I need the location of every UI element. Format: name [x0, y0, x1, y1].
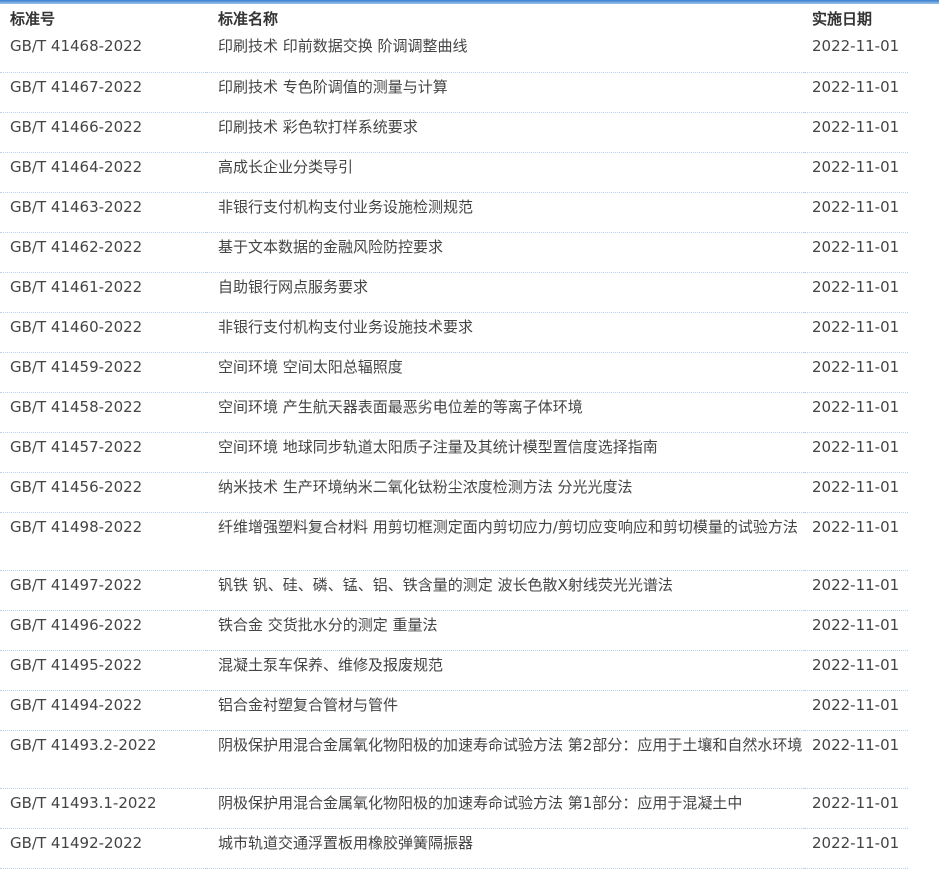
- standard-name[interactable]: 纳米技术 生产环境纳米二氧化钛粉尘浓度检测方法 分光光度法: [206, 472, 804, 513]
- standard-name[interactable]: 印刷技术 专色阶调值的测量与计算: [206, 72, 804, 113]
- standard-name[interactable]: 高成长企业分类导引: [206, 152, 804, 193]
- implementation-date: 2022-11-01: [804, 232, 908, 273]
- standard-number[interactable]: GB/T 41493.2-2022: [0, 730, 206, 789]
- standard-name[interactable]: 钒铁 钒、硅、磷、锰、铝、铁含量的测定 波长色散X射线荧光光谱法: [206, 570, 804, 611]
- implementation-date: 2022-11-01: [804, 352, 908, 393]
- table-row[interactable]: GB/T 41460-2022 非银行支付机构支付业务设施技术要求 2022-1…: [0, 312, 908, 353]
- standard-name[interactable]: 自助银行网点服务要求: [206, 272, 804, 313]
- standard-name[interactable]: 阴极保护用混合金属氧化物阳极的加速寿命试验方法 第1部分：应用于混凝土中: [206, 788, 804, 829]
- standard-name[interactable]: 空间环境 产生航天器表面最恶劣电位差的等离子体环境: [206, 392, 804, 433]
- standard-number[interactable]: GB/T 41457-2022: [0, 432, 206, 473]
- standard-number[interactable]: GB/T 41498-2022: [0, 512, 206, 571]
- standard-name[interactable]: 城市轨道交通浮置板用橡胶弹簧隔振器: [206, 828, 804, 869]
- implementation-date: 2022-11-01: [804, 512, 908, 571]
- table-row[interactable]: GB/T 41493.1-2022 阴极保护用混合金属氧化物阳极的加速寿命试验方…: [0, 788, 908, 829]
- standard-name[interactable]: 空间环境 地球同步轨道太阳质子注量及其统计模型置信度选择指南: [206, 432, 804, 473]
- header-standard-number: 标准号: [10, 9, 56, 28]
- standard-number[interactable]: GB/T 41462-2022: [0, 232, 206, 273]
- table-row[interactable]: GB/T 41459-2022 空间环境 空间太阳总辐照度 2022-11-01: [0, 352, 908, 393]
- table-row[interactable]: GB/T 41468-2022 印刷技术 印前数据交换 阶调调整曲线 2022-…: [0, 32, 908, 73]
- standard-number[interactable]: GB/T 41495-2022: [0, 650, 206, 691]
- implementation-date: 2022-11-01: [804, 32, 908, 73]
- standard-name[interactable]: 基于文本数据的金融风险防控要求: [206, 232, 804, 273]
- implementation-date: 2022-11-01: [804, 828, 908, 869]
- table-row[interactable]: GB/T 41494-2022 铝合金衬塑复合管材与管件 2022-11-01: [0, 690, 908, 731]
- implementation-date: 2022-11-01: [804, 272, 908, 313]
- standard-number[interactable]: GB/T 41463-2022: [0, 192, 206, 233]
- table-row[interactable]: GB/T 41463-2022 非银行支付机构支付业务设施检测规范 2022-1…: [0, 192, 908, 233]
- table-row[interactable]: GB/T 41467-2022 印刷技术 专色阶调值的测量与计算 2022-11…: [0, 72, 908, 113]
- table-row[interactable]: GB/T 41458-2022 空间环境 产生航天器表面最恶劣电位差的等离子体环…: [0, 392, 908, 433]
- implementation-date: 2022-11-01: [804, 312, 908, 353]
- standard-name[interactable]: 阴极保护用混合金属氧化物阳极的加速寿命试验方法 第2部分：应用于土壤和自然水环境: [206, 730, 804, 789]
- standard-number[interactable]: GB/T 41461-2022: [0, 272, 206, 313]
- standard-number[interactable]: GB/T 41456-2022: [0, 472, 206, 513]
- table-row[interactable]: GB/T 41464-2022 高成长企业分类导引 2022-11-01: [0, 152, 908, 193]
- implementation-date: 2022-11-01: [804, 730, 908, 789]
- implementation-date: 2022-11-01: [804, 472, 908, 513]
- table-row[interactable]: GB/T 41497-2022 钒铁 钒、硅、磷、锰、铝、铁含量的测定 波长色散…: [0, 570, 908, 611]
- standard-number[interactable]: GB/T 41464-2022: [0, 152, 206, 193]
- standard-number[interactable]: GB/T 41460-2022: [0, 312, 206, 353]
- standard-name[interactable]: 空间环境 空间太阳总辐照度: [206, 352, 804, 393]
- implementation-date: 2022-11-01: [804, 788, 908, 829]
- standard-name[interactable]: 非银行支付机构支付业务设施技术要求: [206, 312, 804, 353]
- standard-number[interactable]: GB/T 41494-2022: [0, 690, 206, 731]
- implementation-date: 2022-11-01: [804, 432, 908, 473]
- implementation-date: 2022-11-01: [804, 570, 908, 611]
- standard-name[interactable]: 印刷技术 印前数据交换 阶调调整曲线: [206, 32, 804, 73]
- table-row[interactable]: GB/T 41457-2022 空间环境 地球同步轨道太阳质子注量及其统计模型置…: [0, 432, 908, 473]
- table-row[interactable]: GB/T 41462-2022 基于文本数据的金融风险防控要求 2022-11-…: [0, 232, 908, 273]
- standard-number[interactable]: GB/T 41459-2022: [0, 352, 206, 393]
- implementation-date: 2022-11-01: [804, 392, 908, 433]
- standard-name[interactable]: 混凝土泵车保养、维修及报废规范: [206, 650, 804, 691]
- header-implementation-date: 实施日期: [812, 9, 873, 28]
- table-row[interactable]: GB/T 41496-2022 铁合金 交货批水分的测定 重量法 2022-11…: [0, 610, 908, 651]
- table-row[interactable]: GB/T 41456-2022 纳米技术 生产环境纳米二氧化钛粉尘浓度检测方法 …: [0, 472, 908, 513]
- implementation-date: 2022-11-01: [804, 690, 908, 731]
- standard-number[interactable]: GB/T 41497-2022: [0, 570, 206, 611]
- table-row[interactable]: GB/T 41493.2-2022 阴极保护用混合金属氧化物阳极的加速寿命试验方…: [0, 730, 908, 789]
- implementation-date: 2022-11-01: [804, 112, 908, 153]
- standard-number[interactable]: GB/T 41496-2022: [0, 610, 206, 651]
- standard-number[interactable]: GB/T 41492-2022: [0, 828, 206, 869]
- table-header-row: 标准号 标准名称 实施日期: [0, 4, 908, 32]
- implementation-date: 2022-11-01: [804, 192, 908, 233]
- header-standard-name: 标准名称: [218, 9, 279, 28]
- standard-name[interactable]: 铁合金 交货批水分的测定 重量法: [206, 610, 804, 651]
- standard-name[interactable]: 纤维增强塑料复合材料 用剪切框测定面内剪切应力/剪切应变响应和剪切模量的试验方法: [206, 512, 804, 571]
- standard-number[interactable]: GB/T 41458-2022: [0, 392, 206, 433]
- table-row[interactable]: GB/T 41498-2022 纤维增强塑料复合材料 用剪切框测定面内剪切应力/…: [0, 512, 908, 571]
- standards-table: 标准号 标准名称 实施日期 GB/T 41468-2022 印刷技术 印前数据交…: [0, 4, 908, 869]
- standard-number[interactable]: GB/T 41466-2022: [0, 112, 206, 153]
- standard-name[interactable]: 非银行支付机构支付业务设施检测规范: [206, 192, 804, 233]
- standard-name[interactable]: 印刷技术 彩色软打样系统要求: [206, 112, 804, 153]
- standard-number[interactable]: GB/T 41468-2022: [0, 32, 206, 73]
- implementation-date: 2022-11-01: [804, 610, 908, 651]
- table-row[interactable]: GB/T 41461-2022 自助银行网点服务要求 2022-11-01: [0, 272, 908, 313]
- implementation-date: 2022-11-01: [804, 152, 908, 193]
- table-row[interactable]: GB/T 41492-2022 城市轨道交通浮置板用橡胶弹簧隔振器 2022-1…: [0, 828, 908, 869]
- table-row[interactable]: GB/T 41466-2022 印刷技术 彩色软打样系统要求 2022-11-0…: [0, 112, 908, 153]
- standard-name[interactable]: 铝合金衬塑复合管材与管件: [206, 690, 804, 731]
- standard-number[interactable]: GB/T 41493.1-2022: [0, 788, 206, 829]
- standard-number[interactable]: GB/T 41467-2022: [0, 72, 206, 113]
- implementation-date: 2022-11-01: [804, 72, 908, 113]
- table-row[interactable]: GB/T 41495-2022 混凝土泵车保养、维修及报废规范 2022-11-…: [0, 650, 908, 691]
- implementation-date: 2022-11-01: [804, 650, 908, 691]
